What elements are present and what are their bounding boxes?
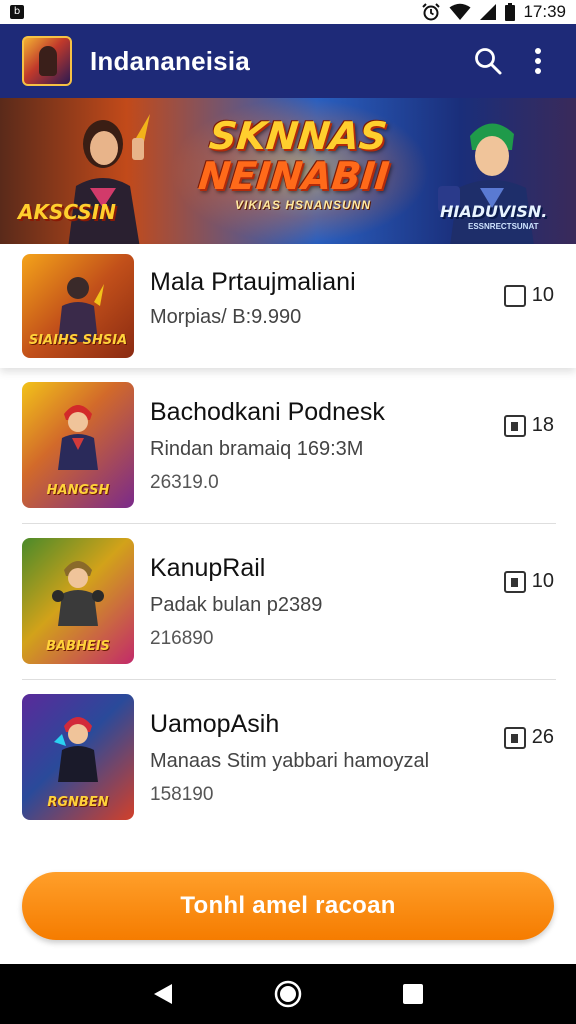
- search-icon: [475, 48, 502, 75]
- item-title: KanupRail: [150, 554, 266, 582]
- more-vert-icon: [535, 48, 541, 74]
- item-badge-value: 26: [531, 726, 554, 748]
- promo-banner[interactable]: AKSCSIN SKNNAS NEINABII VIKIAS HSNANSUNN…: [0, 98, 576, 244]
- item-subtitle: Rindan bramaiq 169:3M: [150, 438, 364, 460]
- list-item[interactable]: BABHEIS KanupRail Padak bulan p2389 2168…: [0, 524, 576, 680]
- item-count: 216890: [150, 628, 214, 649]
- app-notification-icon: b: [10, 5, 24, 19]
- banner-title: SKNNAS NEINABII: [192, 114, 400, 198]
- item-subtitle: Padak bulan p2389: [150, 594, 323, 616]
- system-nav-bar: [0, 964, 576, 1024]
- item-subtitle: Manaas Stim yabbari hamoyzal: [150, 750, 430, 772]
- app-title: Indananeisia: [90, 45, 250, 76]
- status-right: 17:39: [421, 2, 566, 22]
- item-badge-value: 10: [531, 570, 554, 592]
- item-badge-value: 10: [531, 284, 554, 306]
- battery-icon: [505, 3, 516, 21]
- game-list: SIAIHS SHSIA Mala Prtaujmaliani Morpias/…: [0, 244, 576, 836]
- thumbnail-label: SIAIHS SHSIA: [28, 333, 128, 348]
- list-item[interactable]: SIAIHS SHSIA Mala Prtaujmaliani Morpias/…: [0, 244, 576, 368]
- home-icon: [274, 980, 302, 1008]
- wifi-icon: [449, 3, 471, 20]
- item-count: 158190: [150, 784, 214, 805]
- banner-title-line1: SKNNAS: [207, 114, 390, 158]
- item-badge-value: 18: [531, 414, 554, 436]
- item-badge: 10: [503, 570, 554, 593]
- alarm-icon: [422, 3, 441, 21]
- signal-icon: [480, 4, 497, 20]
- banner-subtitle: VIKIAS HSNANSUNN: [234, 198, 371, 212]
- app-logo[interactable]: [22, 36, 72, 86]
- list-item[interactable]: RGNBEN UamopAsih Manaas Stim yabbari ham…: [0, 680, 576, 836]
- item-badge: 18: [503, 414, 554, 437]
- item-badge: 26: [503, 726, 554, 749]
- item-count: 26319.0: [150, 472, 219, 493]
- thumbnail-character: [52, 561, 104, 626]
- primary-action-button[interactable]: Tonhl amel racoan: [22, 872, 554, 940]
- bottom-action-area: Tonhl amel racoan: [0, 850, 576, 964]
- checkbox-icon[interactable]: [503, 414, 526, 437]
- banner-left-badge: AKSCSIN: [18, 200, 116, 224]
- thumbnail-label: RGNBEN: [47, 795, 109, 810]
- back-button[interactable]: [143, 974, 183, 1014]
- item-badge: 10: [503, 284, 554, 307]
- thumbnail-label: HANGSH: [46, 483, 110, 498]
- home-button[interactable]: [268, 974, 308, 1014]
- item-thumbnail: HANGSH: [22, 382, 134, 508]
- checkbox-icon[interactable]: [503, 726, 526, 749]
- thumbnail-character: [58, 277, 104, 342]
- checkbox-icon[interactable]: [503, 284, 526, 307]
- app-screen: b 17:39 Indananeisia AKSCSIN SKNNAS NEIN…: [0, 0, 576, 1024]
- list-item[interactable]: HANGSH Bachodkani Podnesk Rindan bramaiq…: [0, 368, 576, 524]
- status-time: 17:39: [523, 2, 566, 21]
- item-thumbnail: RGNBEN: [22, 694, 134, 820]
- thumbnail-character: [54, 717, 98, 782]
- banner-title-line2: NEINABII: [196, 154, 392, 198]
- status-bar: b 17:39: [0, 0, 576, 24]
- status-left: b: [10, 5, 24, 19]
- back-icon: [153, 984, 172, 1004]
- item-thumbnail: SIAIHS SHSIA: [22, 254, 134, 358]
- more-options-button[interactable]: [516, 39, 560, 83]
- search-button[interactable]: [466, 39, 510, 83]
- item-title: UamopAsih: [150, 710, 280, 738]
- thumbnail-character: [58, 405, 98, 470]
- recents-button[interactable]: [393, 974, 433, 1014]
- item-thumbnail: BABHEIS: [22, 538, 134, 664]
- checkbox-icon[interactable]: [503, 570, 526, 593]
- banner-right-badge-sub: ESSNRECTSUNAT: [468, 222, 539, 231]
- item-subtitle: Morpias/ B:9.990: [150, 306, 302, 328]
- recents-icon: [403, 984, 424, 1004]
- thumbnail-label: BABHEIS: [46, 639, 110, 654]
- item-title: Mala Prtaujmaliani: [150, 268, 356, 296]
- item-title: Bachodkani Podnesk: [150, 398, 385, 426]
- app-bar: Indananeisia: [0, 24, 576, 98]
- banner-right-badge: HIADUVISN.: [440, 202, 548, 221]
